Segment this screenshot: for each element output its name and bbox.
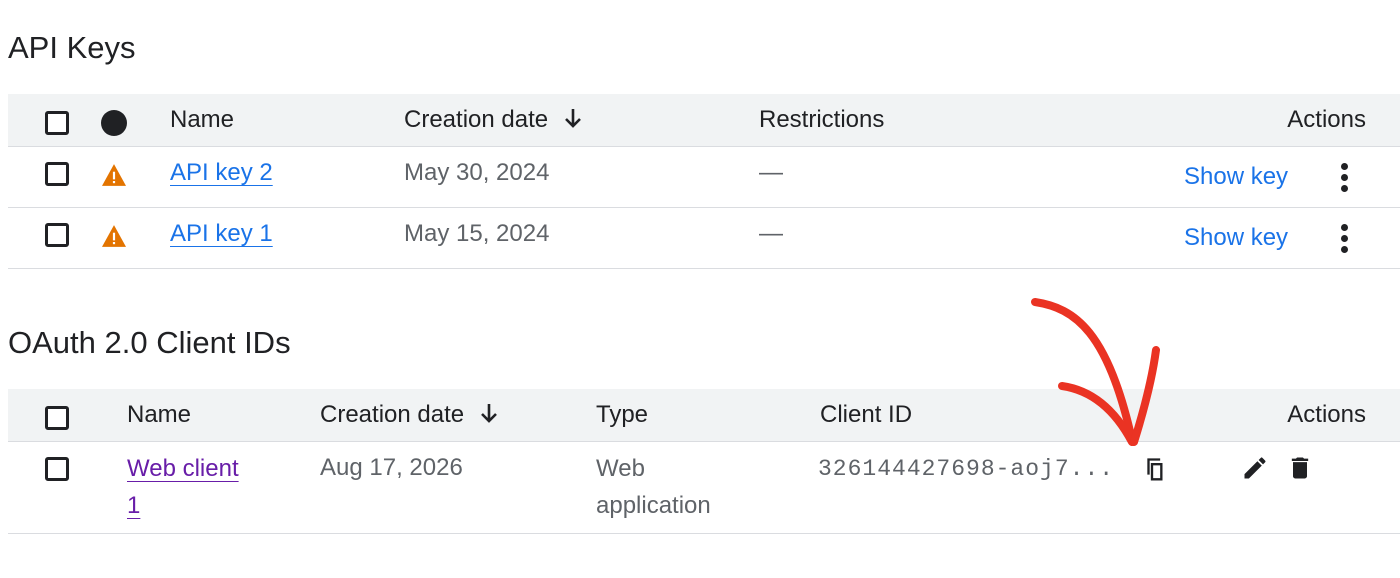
select-all-checkbox[interactable] [45,111,69,135]
api-key-date: May 30, 2024 [404,159,550,186]
header-creation-date[interactable]: Creation date [404,105,585,135]
row-checkbox[interactable] [45,223,69,247]
client-id-value: 326144427698-aoj7... [818,456,1115,482]
header-client-id: Client ID [820,401,913,428]
row-checkbox[interactable] [45,162,69,186]
more-vert-icon[interactable] [1340,224,1348,254]
api-keys-table: Name Creation date Restrictions Actions … [8,94,1400,269]
arrow-down-icon [480,404,497,423]
header-creation-date-label: Creation date [320,401,465,428]
api-keys-title: API Keys [8,30,136,65]
table-row: API key 1 May 15, 2024 — Show key [8,208,1400,269]
status-dot-icon [101,110,127,136]
more-vert-icon[interactable] [1340,163,1348,193]
api-key-name-link[interactable]: API key 2 [170,158,273,188]
table-row: API key 2 May 30, 2024 — Show key [8,147,1400,208]
client-name-line1[interactable]: Web client [127,455,239,482]
client-type: Web application [596,450,711,524]
client-date: Aug 17, 2026 [320,454,463,481]
header-restrictions: Restrictions [759,106,885,133]
oauth-table: Name Creation date Type Client ID Action… [8,389,1400,534]
oauth-title: OAuth 2.0 Client IDs [8,325,291,360]
api-key-name[interactable]: API key 2 [170,159,273,186]
arrow-down-icon [564,109,581,128]
api-key-restrictions: — [759,220,783,247]
header-actions: Actions [1287,401,1366,428]
warning-icon [102,225,126,247]
header-type: Type [596,401,649,428]
show-key-button[interactable]: Show key [1184,162,1288,192]
header-name[interactable]: Name [127,400,191,430]
header-name[interactable]: Name [170,105,234,135]
api-key-name-link[interactable]: API key 1 [170,219,273,249]
client-type-line1: Web [596,455,645,482]
api-key-restrictions: — [759,159,783,186]
client-type-line2: application [596,492,711,519]
api-keys-header-row: Name Creation date Restrictions Actions [8,94,1400,147]
edit-icon[interactable] [1241,454,1269,482]
warning-icon [102,164,126,186]
table-row: Web client 1 Aug 17, 2026 Web applicatio… [8,442,1400,534]
show-key-button[interactable]: Show key [1184,223,1288,253]
select-all-checkbox[interactable] [45,406,69,430]
oauth-header-row: Name Creation date Type Client ID Action… [8,389,1400,442]
api-key-name[interactable]: API key 1 [170,220,273,247]
header-creation-date[interactable]: Creation date [320,400,501,430]
row-checkbox[interactable] [45,457,69,481]
client-name-line2[interactable]: 1 [127,492,140,519]
client-name-link[interactable]: Web client 1 [127,450,239,524]
delete-icon[interactable] [1286,454,1314,482]
header-actions: Actions [1287,106,1366,133]
api-key-date: May 15, 2024 [404,220,550,247]
header-creation-date-label: Creation date [404,106,549,133]
copy-icon[interactable] [1138,456,1166,484]
